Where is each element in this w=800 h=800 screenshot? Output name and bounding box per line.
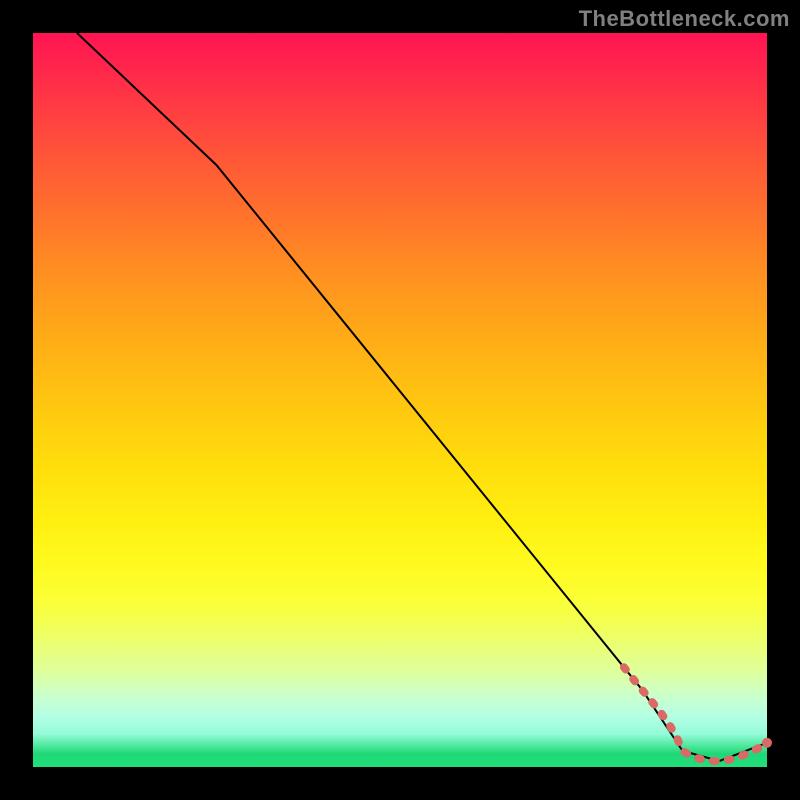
highlight-dashed-line (624, 667, 767, 761)
curve-line (77, 33, 767, 761)
watermark-text: TheBottleneck.com (579, 6, 790, 32)
end-marker-dot (762, 738, 772, 748)
chart-overlay (33, 33, 767, 767)
